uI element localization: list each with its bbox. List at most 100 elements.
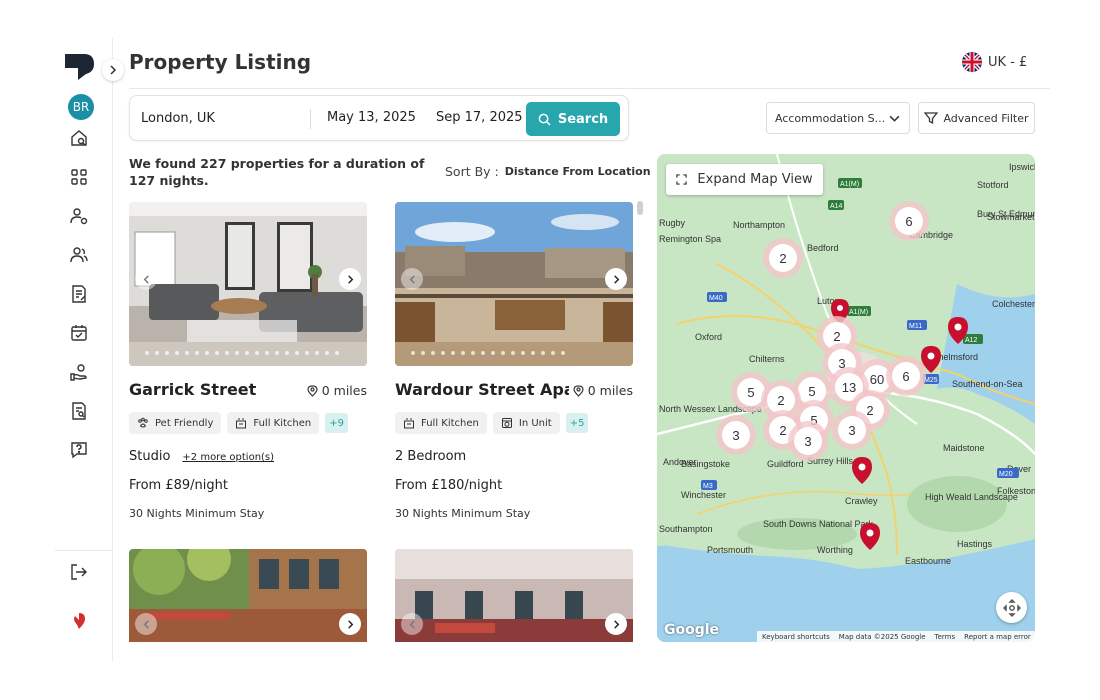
listing-photo[interactable] [395,202,633,366]
map-label: Rugby [659,218,686,228]
listing-photo[interactable] [129,202,367,366]
road-label: M25 [924,377,938,384]
sidebar-divider [55,550,113,551]
listing-card[interactable]: Wardour Street Apar... 0 miles Full Kitc… [395,202,633,532]
cluster-marker[interactable]: 6 [886,356,926,396]
list-scrollbar[interactable] [637,201,643,215]
cluster-count: 3 [732,428,739,443]
map-label: Oxford [695,332,722,342]
avatar-initials: BR [72,100,90,114]
logout-icon[interactable] [69,562,89,582]
more-amenities-badge[interactable]: +5 [565,413,589,433]
report-map-error-link[interactable]: Report a map error [964,633,1031,641]
map-label: Eastbourne [905,556,951,566]
cluster-count: 2 [779,423,786,438]
road-label: M20 [999,471,1013,478]
listing-photo[interactable] [129,549,367,642]
user-settings-icon[interactable] [69,206,89,226]
amenity-tag-label: In Unit [518,417,552,429]
prev-photo-button[interactable] [135,268,157,290]
users-icon[interactable] [69,245,89,265]
cluster-marker[interactable]: 3 [716,415,756,455]
map-view[interactable]: Northampton Bedford Rugby Remington Spa … [657,154,1035,642]
advanced-filter-button[interactable]: Advanced Filter [918,102,1035,134]
map-data-credit: Map data ©2025 Google [838,632,926,641]
listing-distance-value: 0 miles [321,383,367,398]
expand-map-button[interactable]: Expand Map View [666,164,823,195]
keyboard-shortcuts-link[interactable]: Keyboard shortcuts [762,633,830,641]
prev-photo-button[interactable] [401,613,423,635]
avatar[interactable]: BR [68,94,94,120]
search-bar: London, UK May 13, 2025 Sep 17, 2025 Sea… [129,95,629,141]
cluster-marker[interactable]: 2 [763,238,803,278]
brand-logo[interactable] [64,54,94,80]
google-logo: Google [664,622,720,638]
listing-type: 2 Bedroom [395,449,466,464]
home-search-icon[interactable] [69,128,89,148]
cluster-count: 2 [866,403,873,418]
amenity-tag: In Unit [492,412,560,434]
document-edit-icon[interactable] [69,284,89,304]
advanced-filter-label: Advanced Filter [943,111,1029,125]
more-amenities-badge[interactable]: +9 [325,413,348,433]
listing-photo[interactable] [395,549,633,642]
map-footer: Keyboard shortcuts Map data ©2025 Google… [757,631,1035,642]
amenity-tags: Pet Friendly Full Kitchen +9 [129,412,348,434]
sort-label: Sort By : [445,164,499,179]
more-options-link[interactable]: +2 more option(s) [182,452,274,463]
chevron-left-icon [409,619,415,629]
listing-type-label: Studio [129,449,171,464]
cluster-count: 5 [808,384,815,399]
listing-min-stay: 30 Nights Minimum Stay [395,507,531,520]
listing-distance: 0 miles [568,383,633,398]
cluster-marker[interactable]: 6 [889,201,929,241]
cluster-marker[interactable]: 3 [832,410,872,450]
search-button[interactable]: Search [526,102,620,136]
results-summary: We found 227 properties for a duration o… [129,156,425,188]
map-label: Bedford [807,243,839,253]
location-input[interactable]: London, UK [141,111,215,126]
prev-photo-button[interactable] [135,613,157,635]
locale-selector[interactable]: UK - £ [962,52,1027,72]
road-label: A1(M) [849,309,868,316]
next-photo-button[interactable] [339,613,361,635]
listing-card[interactable] [395,549,633,642]
map-label: Portsmouth [707,545,753,555]
recenter-map-button[interactable] [996,592,1027,623]
help-chat-icon[interactable] [69,440,89,460]
filter-icon [924,112,939,125]
prev-photo-button[interactable] [401,268,423,290]
next-photo-button[interactable] [605,613,627,635]
next-photo-button[interactable] [605,268,627,290]
cluster-marker[interactable]: 3 [788,421,828,461]
accommodation-select[interactable]: Accommodation S... [766,102,910,134]
map-label: Remington Spa [659,234,721,244]
check-out-date[interactable]: Sep 17, 2025 [436,110,523,125]
cluster-count: 60 [870,372,884,387]
map-label: Andover [663,457,697,467]
document-search-icon[interactable] [69,401,89,421]
kitchen-icon [236,418,247,429]
hand-coin-icon[interactable] [69,362,89,382]
sidebar-toggle-button[interactable] [102,59,124,81]
next-photo-button[interactable] [339,268,361,290]
calendar-check-icon[interactable] [69,323,89,343]
grid-icon[interactable] [69,167,89,187]
map-label: Hastings [957,539,993,549]
listing-card[interactable] [129,549,367,642]
search-divider [310,109,311,129]
listing-type-label: 2 Bedroom [395,449,467,464]
terms-link[interactable]: Terms [935,633,956,641]
sort-dropdown[interactable]: Sort By : Distance From Location [445,164,668,179]
chevron-left-icon [143,274,149,284]
map-label: South Downs National Park [763,519,874,529]
map-canvas[interactable]: Northampton Bedford Rugby Remington Spa … [657,154,1035,642]
listing-card[interactable]: Garrick Street 0 miles Pet Friendly Full… [129,202,367,532]
check-in-date[interactable]: May 13, 2025 [327,110,416,125]
cluster-count: 6 [902,369,909,384]
cluster-count: 5 [747,385,754,400]
cluster-count: 13 [842,380,856,395]
cluster-count: 3 [804,434,811,449]
chevron-left-icon [409,274,415,284]
listing-name[interactable]: Garrick Street [129,380,256,399]
